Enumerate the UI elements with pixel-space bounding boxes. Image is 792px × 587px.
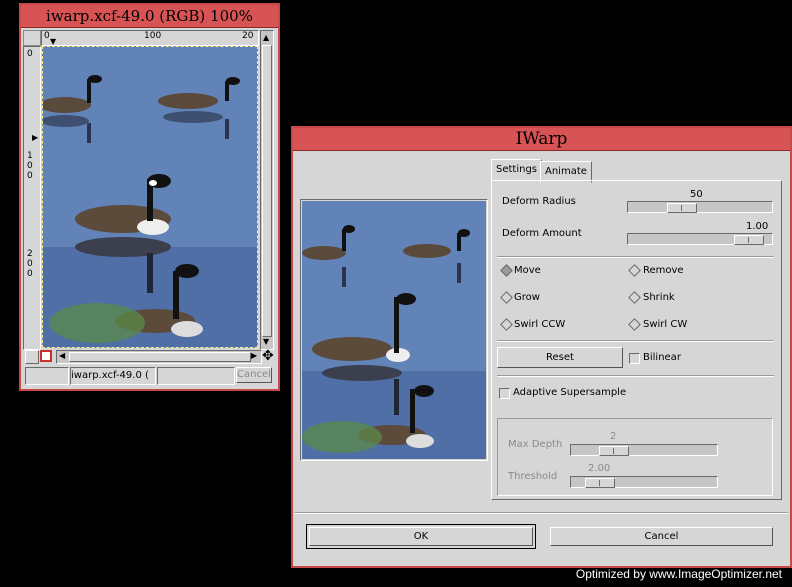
- deform-radius-slider[interactable]: [627, 201, 773, 213]
- threshold-thumb[interactable]: [585, 478, 615, 488]
- scroll-right-icon[interactable]: ▶: [251, 351, 257, 360]
- scroll-left-icon[interactable]: ◀: [59, 351, 65, 360]
- max-depth-thumb[interactable]: [599, 446, 629, 456]
- vertical-ruler[interactable]: 0 1 0 0 2 0 0 ▶: [23, 46, 41, 350]
- ruler-marker-icon: ▶: [32, 133, 39, 142]
- ruler-h-label: 20: [242, 31, 254, 41]
- mode-grow-label[interactable]: Grow: [514, 292, 540, 303]
- preview-canvas[interactable]: [302, 201, 486, 459]
- threshold-label: Threshold: [508, 471, 558, 482]
- divider: [295, 512, 788, 514]
- deform-radius-value: 50: [690, 189, 703, 200]
- deform-amount-value: 1.00: [746, 221, 769, 232]
- ruler-v-label: 2: [27, 249, 33, 259]
- optimizer-watermark: Optimized by www.ImageOptimizer.net: [575, 567, 782, 581]
- cancel-button[interactable]: Cancel: [550, 527, 773, 546]
- navigate-icon[interactable]: ✥: [262, 348, 274, 364]
- deform-amount-thumb[interactable]: [734, 235, 764, 245]
- deform-amount-slider[interactable]: [627, 233, 773, 245]
- scroll-up-icon[interactable]: ▲: [263, 33, 269, 42]
- vertical-scroll-thumb[interactable]: [262, 45, 272, 337]
- geese-photo: [43, 47, 257, 347]
- mode-shrink-label[interactable]: Shrink: [643, 292, 675, 303]
- divider: [497, 256, 774, 258]
- deform-amount-label: Deform Amount: [502, 228, 582, 239]
- mode-swirl-ccw-label[interactable]: Swirl CCW: [514, 319, 565, 330]
- divider: [497, 340, 774, 342]
- divider: [497, 375, 774, 377]
- cancel-progress-button[interactable]: Cancel: [236, 367, 272, 383]
- image-window-title[interactable]: iwarp.xcf-49.0 (RGB) 100%: [21, 5, 278, 28]
- horizontal-scroll-thumb[interactable]: [69, 352, 251, 362]
- threshold-slider[interactable]: [570, 476, 718, 488]
- dialog-title[interactable]: IWarp: [293, 128, 790, 151]
- ruler-v-label: 0: [27, 161, 33, 171]
- mode-remove-label[interactable]: Remove: [643, 265, 684, 276]
- max-depth-value: 2: [610, 431, 617, 442]
- max-depth-slider[interactable]: [570, 444, 718, 456]
- quickmask-off-icon[interactable]: [25, 350, 39, 364]
- threshold-value: 2.00: [588, 463, 611, 474]
- ruler-corner[interactable]: [23, 30, 41, 46]
- ruler-marker-icon: ▼: [50, 37, 57, 46]
- geese-preview: [302, 201, 486, 459]
- bilinear-label[interactable]: Bilinear: [643, 352, 681, 363]
- vertical-scrollbar[interactable]: ▲ ▼: [260, 30, 274, 350]
- status-text: iwarp.xcf-49.0 (: [70, 367, 156, 385]
- horizontal-ruler[interactable]: 0 100 20 ▼: [41, 30, 259, 46]
- max-depth-label: Max Depth: [508, 439, 563, 450]
- mode-move-label[interactable]: Move: [514, 265, 541, 276]
- ruler-v-label: 0: [27, 269, 33, 279]
- ok-button[interactable]: OK: [309, 527, 533, 546]
- reset-button[interactable]: Reset: [497, 347, 623, 368]
- horizontal-scrollbar[interactable]: ◀ ▶: [56, 350, 262, 364]
- coordinate-display: [25, 367, 69, 385]
- quickmask-on-icon[interactable]: [40, 350, 52, 362]
- progress-bar: [157, 367, 235, 385]
- deform-radius-label: Deform Radius: [502, 196, 576, 207]
- mode-swirl-cw-label[interactable]: Swirl CW: [643, 319, 687, 330]
- ruler-v-label: 0: [27, 171, 33, 181]
- deform-radius-thumb[interactable]: [667, 203, 697, 213]
- adaptive-supersample-checkbox[interactable]: [499, 388, 510, 399]
- image-canvas[interactable]: [42, 46, 258, 348]
- ruler-v-label: 0: [27, 259, 33, 269]
- ruler-h-label: 0: [44, 31, 50, 41]
- adaptive-supersample-label[interactable]: Adaptive Supersample: [513, 387, 626, 398]
- ruler-h-label: 100: [144, 31, 162, 41]
- ruler-v-label: 0: [27, 49, 33, 59]
- ruler-v-label: 1: [27, 151, 33, 161]
- scroll-down-icon[interactable]: ▼: [263, 337, 269, 346]
- bilinear-checkbox[interactable]: [629, 353, 640, 364]
